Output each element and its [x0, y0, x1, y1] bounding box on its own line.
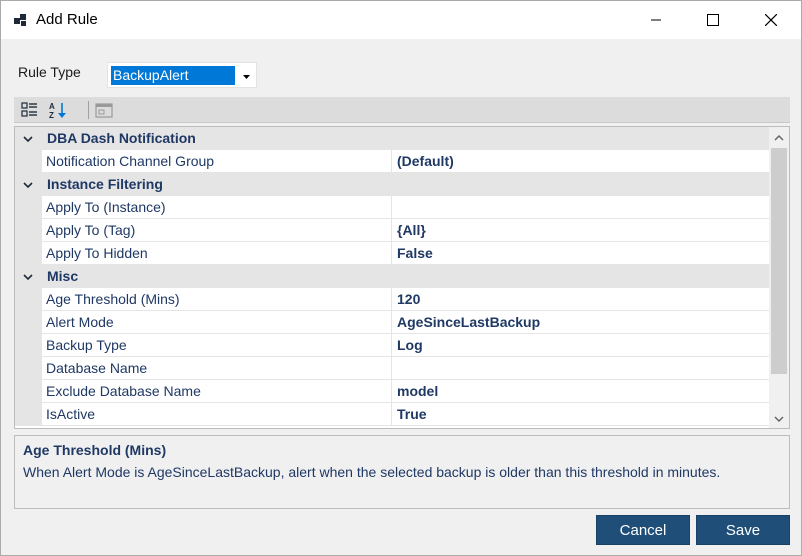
rule-type-label: Rule Type	[18, 64, 81, 80]
property-row-backup-type[interactable]: Backup Type Log	[15, 334, 769, 357]
property-name: Notification Channel Group	[42, 150, 392, 173]
property-name: Apply To Hidden	[42, 242, 392, 265]
scrollbar-thumb[interactable]	[771, 148, 787, 374]
svg-text:A: A	[49, 102, 55, 111]
property-grid[interactable]: DBA Dash Notification Notification Chann…	[14, 126, 790, 429]
property-pages-button[interactable]	[94, 101, 114, 119]
property-name: Backup Type	[42, 334, 392, 357]
chevron-up-icon	[774, 128, 784, 146]
row-gutter	[15, 150, 42, 173]
property-row-alert-mode[interactable]: Alert Mode AgeSinceLastBackup	[15, 311, 769, 334]
property-row-notification-channel-group[interactable]: Notification Channel Group (Default)	[15, 150, 769, 173]
property-value[interactable]: model	[392, 380, 769, 403]
minimize-button[interactable]	[633, 1, 679, 39]
property-name: Exclude Database Name	[42, 380, 392, 403]
cancel-button[interactable]: Cancel	[596, 515, 690, 545]
property-row-exclude-database-name[interactable]: Exclude Database Name model	[15, 380, 769, 403]
rule-type-dropdown[interactable]: BackupAlert	[107, 62, 257, 88]
category-label: Misc	[47, 268, 79, 284]
close-button[interactable]	[748, 1, 794, 39]
title-bar[interactable]: Add Rule	[1, 1, 801, 39]
property-value[interactable]	[392, 357, 769, 380]
svg-text:Z: Z	[49, 111, 54, 119]
row-gutter	[15, 311, 42, 334]
app-icon	[13, 12, 29, 28]
property-name: Apply To (Instance)	[42, 196, 392, 219]
property-row-apply-to-tag[interactable]: Apply To (Tag) {All}	[15, 219, 769, 242]
property-value[interactable]: AgeSinceLastBackup	[392, 311, 769, 334]
property-description-panel: Age Threshold (Mins) When Alert Mode is …	[14, 435, 790, 509]
category-dba-dash-notification[interactable]: DBA Dash Notification	[15, 127, 769, 150]
property-name: IsActive	[42, 403, 392, 426]
property-value[interactable]: False	[392, 242, 769, 265]
row-gutter	[15, 196, 42, 219]
property-value[interactable]: 120	[392, 288, 769, 311]
row-gutter	[15, 380, 42, 403]
row-gutter	[15, 288, 42, 311]
row-gutter	[15, 219, 42, 242]
minimize-icon	[650, 14, 662, 26]
row-gutter	[15, 242, 42, 265]
dropdown-arrow-button[interactable]	[236, 63, 256, 87]
close-icon	[765, 14, 777, 26]
row-gutter	[15, 334, 42, 357]
property-row-database-name[interactable]: Database Name	[15, 357, 769, 380]
alphabetical-button[interactable]: A Z	[48, 101, 68, 120]
maximize-icon	[707, 14, 719, 26]
window-title: Add Rule	[36, 11, 98, 28]
property-value[interactable]: {All}	[392, 219, 769, 242]
property-row-age-threshold[interactable]: Age Threshold (Mins) 120	[15, 288, 769, 311]
category-misc[interactable]: Misc	[15, 265, 769, 288]
description-text: When Alert Mode is AgeSinceLastBackup, a…	[23, 464, 721, 480]
description-title: Age Threshold (Mins)	[23, 442, 167, 458]
maximize-button[interactable]	[690, 1, 736, 39]
row-gutter	[15, 403, 42, 426]
property-name: Age Threshold (Mins)	[42, 288, 392, 311]
property-value[interactable]: True	[392, 403, 769, 426]
property-value[interactable]: (Default)	[392, 150, 769, 173]
chevron-down-icon[interactable]	[21, 178, 35, 192]
category-label: Instance Filtering	[47, 176, 163, 192]
rule-type-selected-value[interactable]: BackupAlert	[111, 66, 235, 85]
category-instance-filtering[interactable]: Instance Filtering	[15, 173, 769, 196]
chevron-down-icon[interactable]	[21, 132, 35, 146]
save-button[interactable]: Save	[696, 515, 790, 545]
chevron-down-icon	[242, 66, 250, 84]
scroll-up-button[interactable]	[769, 127, 789, 147]
property-grid-toolbar: A Z	[14, 97, 790, 123]
chevron-down-icon	[774, 409, 784, 427]
category-label: DBA Dash Notification	[47, 130, 196, 146]
property-name: Apply To (Tag)	[42, 219, 392, 242]
categorized-button[interactable]	[20, 101, 40, 119]
chevron-down-icon[interactable]	[21, 270, 35, 284]
property-row-apply-to-instance[interactable]: Apply To (Instance)	[15, 196, 769, 219]
property-name: Database Name	[42, 357, 392, 380]
scroll-down-button[interactable]	[769, 408, 789, 428]
vertical-scrollbar[interactable]	[769, 127, 789, 428]
categorized-view-icon	[20, 102, 40, 123]
row-gutter	[15, 357, 42, 380]
property-row-apply-to-hidden[interactable]: Apply To Hidden False	[15, 242, 769, 265]
property-value[interactable]: Log	[392, 334, 769, 357]
property-name: Alert Mode	[42, 311, 392, 334]
property-pages-icon	[94, 103, 114, 123]
property-value[interactable]	[392, 196, 769, 219]
property-row-isactive[interactable]: IsActive True	[15, 403, 769, 426]
toolbar-separator	[88, 101, 89, 119]
add-rule-dialog: Add Rule Rule Type BackupAlert A Z DBA D…	[0, 0, 802, 556]
alphabetical-sort-icon: A Z	[48, 102, 68, 123]
